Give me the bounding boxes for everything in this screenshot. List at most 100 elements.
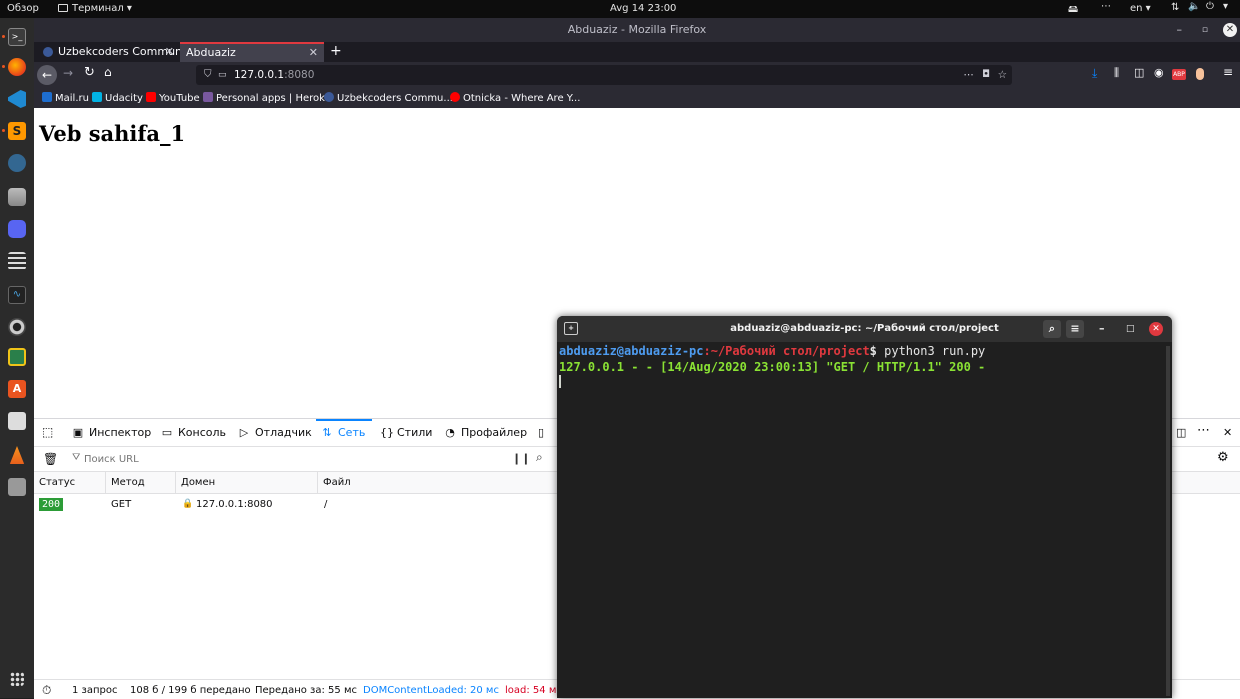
bookmark-udacity[interactable]: Udacity [92, 92, 143, 104]
account-icon[interactable]: ◉ [1154, 66, 1164, 79]
shield-icon[interactable]: ⛉ [204, 65, 212, 85]
lock-icon: 🔒 [182, 499, 194, 509]
language-selector[interactable]: en ▾ [1130, 3, 1151, 14]
adblock-plus-icon[interactable]: ABP [1172, 69, 1186, 80]
show-applications-icon[interactable] [10, 672, 24, 686]
new-tab-icon[interactable]: + [564, 322, 578, 335]
menu-icon[interactable]: ≡ [1223, 65, 1233, 79]
tab-uzbekcoders[interactable]: Uzbekcoders Community ✕ [38, 42, 196, 62]
navigation-toolbar: ← → ↻ ⌂ ⛉ ▭ 127.0.0.1:8080 ⋯ ◘ ☆ ⤓ ⫼ ◫ ◉… [34, 62, 1240, 88]
search-icon[interactable]: ⌕ [1043, 320, 1061, 338]
close-window-icon[interactable]: ✕ [1223, 23, 1237, 37]
terminal-output[interactable]: abduaziz@abduaziz-pc:~/Рабочий стол/proj… [559, 343, 1164, 698]
tab-debugger[interactable]: ▷ Отладчик [238, 426, 312, 439]
devtools-menu-icon[interactable]: ⋯ [1197, 423, 1210, 438]
url-bar[interactable]: ⛉ ▭ 127.0.0.1:8080 ⋯ ◘ ☆ [196, 65, 1012, 85]
tab-inspector[interactable]: ▣ Инспектор [72, 426, 151, 439]
usb-creator-dock-icon[interactable] [8, 478, 26, 496]
bookmark-otnicka[interactable]: Otnicka - Where Are Y... [450, 92, 580, 104]
tab-styles[interactable]: {} Стили [380, 426, 432, 439]
minimize-icon[interactable]: – [1099, 316, 1105, 342]
restore-icon[interactable]: ▫ [1202, 18, 1208, 42]
column-method[interactable]: Метод [111, 477, 145, 488]
maximize-icon[interactable]: □ [1126, 316, 1135, 342]
disks-dock-icon[interactable] [8, 318, 26, 336]
window-title: Abduaziz - Mozilla Firefox – ▫ ✕ [34, 18, 1240, 42]
database-dock-icon[interactable] [8, 188, 26, 206]
terminal-dock-icon[interactable]: >_ [8, 28, 26, 46]
terminal-titlebar: + abduaziz@abduaziz-pc: ~/Рабочий стол/p… [557, 316, 1172, 342]
reload-button[interactable]: ↻ [84, 65, 95, 80]
close-tab-icon[interactable]: ✕ [165, 42, 174, 62]
calculator-dock-icon[interactable] [8, 348, 26, 366]
clock[interactable]: Avg 14 23:00 [610, 3, 676, 14]
dock-side-icon[interactable]: ◫ [1176, 426, 1186, 439]
tab-network[interactable]: ⇅ Сеть [321, 426, 365, 439]
close-icon[interactable]: ✕ [1149, 322, 1163, 336]
drive-icon[interactable]: 🖴 [1068, 2, 1078, 19]
software-center-dock-icon[interactable]: A [8, 380, 26, 398]
bookmark-youtube[interactable]: YouTube [146, 92, 200, 104]
close-devtools-icon[interactable]: ✕ [1223, 426, 1232, 439]
bookmark-heroku[interactable]: Personal apps | Heroku [203, 92, 331, 104]
filter-icon: ⛛ [72, 452, 81, 463]
tab-profiler[interactable]: ◔ Профайлер [444, 426, 527, 439]
terminal-title: abduaziz@abduaziz-pc: ~/Рабочий стол/pro… [730, 323, 999, 334]
column-file[interactable]: Файл [323, 477, 351, 488]
discord-dock-icon[interactable] [8, 220, 26, 238]
power-icon[interactable]: ⏻ [1206, 1, 1214, 12]
page-info-icon[interactable]: ▭ [218, 65, 227, 85]
system-menu-icon[interactable]: ▾ [1223, 1, 1228, 12]
bookmark-star-icon[interactable]: ☆ [998, 65, 1007, 85]
bookmark-uzbekcoders[interactable]: Uzbekcoders Commu... [324, 92, 453, 104]
postgresql-dock-icon[interactable] [8, 154, 26, 172]
activities-button[interactable]: Обзор [7, 3, 39, 14]
bookmark-mailru[interactable]: Mail.ru [42, 92, 89, 104]
pocket-icon[interactable]: ◘ [982, 65, 990, 85]
sublime-text-dock-icon[interactable]: S [8, 122, 26, 140]
tab-abduaziz[interactable]: Abduaziz ✕ [180, 42, 324, 62]
downloads-icon[interactable]: ⤓ [1092, 66, 1097, 81]
tab-console[interactable]: ▭ Консоль [161, 426, 226, 439]
volume-icon[interactable]: 🔈 [1188, 1, 1200, 12]
timer-icon[interactable]: ⏱ [42, 683, 51, 698]
close-tab-icon[interactable]: ✕ [309, 44, 318, 61]
sidebar-icon[interactable]: ◫ [1134, 66, 1144, 79]
minimize-icon[interactable]: – [1177, 18, 1183, 42]
files-dock-icon[interactable] [8, 412, 26, 430]
request-method: GET [111, 499, 132, 510]
bookmark-label: Uzbekcoders Commu... [337, 93, 453, 104]
column-status[interactable]: Статус [39, 477, 75, 488]
vlc-dock-icon[interactable] [9, 446, 25, 464]
settings-dock-icon[interactable] [8, 252, 26, 270]
forward-button[interactable]: → [63, 66, 73, 80]
element-picker-icon[interactable]: ⬚ [42, 425, 53, 439]
hamburger-menu-icon[interactable]: ≡ [1066, 320, 1084, 338]
trash-icon[interactable]: 🗑 [43, 452, 58, 466]
terminal-icon [58, 4, 68, 12]
server-log-line: 127.0.0.1 - - [14/Aug/2020 23:00:13] "GE… [559, 360, 986, 374]
prompt-user: abduaziz@abduaziz-pc [559, 344, 704, 358]
url-host: 127.0.0.1 [234, 69, 285, 81]
new-tab-button[interactable]: + [330, 43, 342, 59]
more-tools-icon[interactable]: ▯ [538, 426, 544, 439]
system-monitor-dock-icon[interactable]: ∿ [8, 286, 26, 304]
search-icon[interactable]: ⌕ [536, 450, 543, 465]
more-icon[interactable]: ⋯ [1101, 1, 1111, 12]
pause-icon[interactable]: ❙❙ [512, 452, 530, 465]
vscode-dock-icon[interactable] [8, 90, 26, 108]
url-filter-input[interactable] [84, 451, 504, 468]
home-button[interactable]: ⌂ [104, 65, 112, 79]
extension-icon[interactable] [1196, 68, 1204, 80]
column-divider [105, 472, 106, 494]
page-actions-icon[interactable]: ⋯ [964, 65, 975, 85]
network-settings-icon[interactable]: ⚙ [1217, 450, 1229, 465]
back-button[interactable]: ← [37, 65, 57, 85]
firefox-dock-icon[interactable] [8, 58, 26, 76]
library-icon[interactable]: ⫼ [1114, 66, 1119, 80]
app-menu[interactable]: Терминал ▾ [58, 3, 132, 14]
column-domain[interactable]: Домен [181, 477, 215, 488]
uzbekcoders-icon [324, 92, 334, 102]
terminal-scrollbar[interactable] [1166, 346, 1170, 696]
network-status-icon[interactable]: ⇅ [1171, 2, 1179, 13]
